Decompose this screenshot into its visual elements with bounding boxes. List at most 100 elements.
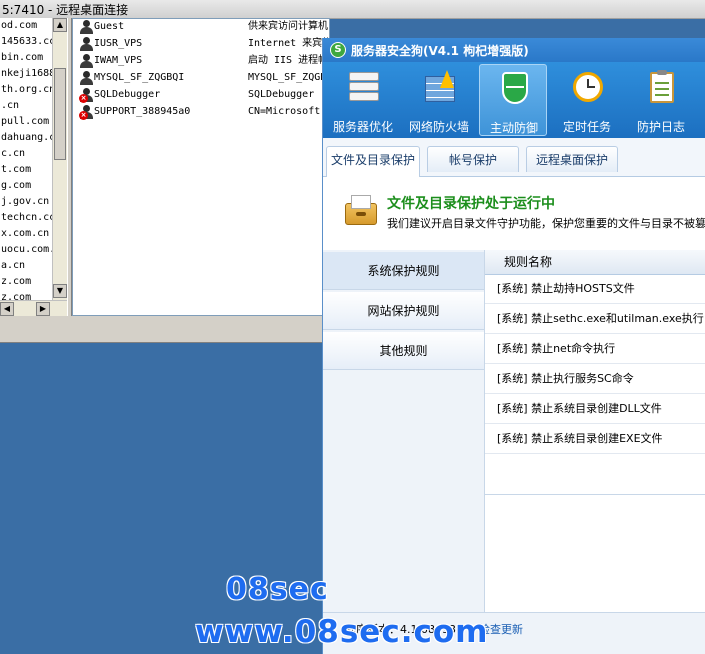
- firewall-icon: [423, 70, 457, 104]
- server-icon: [347, 70, 381, 104]
- list-item[interactable]: uocu.com.: [0, 242, 52, 258]
- list-item[interactable]: bin.com: [0, 50, 52, 66]
- server-safedog-window: S 服务器安全狗(V4.1 枸杞增强版) 服务器优化 网络防火墙 主动防御 定时…: [322, 38, 705, 654]
- list-item[interactable]: a.cn: [0, 258, 52, 274]
- list-item[interactable]: × SQLDebugger SQLDebugger: [73, 87, 329, 103]
- toolbar-label: 网络防火墙: [408, 120, 469, 134]
- nav-system-rules[interactable]: 系统保护规则: [323, 252, 484, 290]
- list-item[interactable]: Guest 供来宾访问计算机: [73, 19, 329, 35]
- tab-bar: 文件及目录保护 帐号保护 远程桌面保护: [323, 138, 705, 177]
- user-account-list[interactable]: Guest 供来宾访问计算机 IUSR_VPS Internet 来宾帐户 IWAM_V…: [72, 18, 330, 316]
- watermark-url: www.08sec.com: [195, 614, 489, 650]
- disabled-user-icon: ×: [79, 105, 93, 120]
- rule-category-nav: 系统保护规则 网站保护规则 其他规则: [323, 250, 485, 654]
- user-name: IUSR_VPS: [94, 38, 143, 49]
- list-item[interactable]: z.com: [0, 290, 52, 300]
- scroll-left-button[interactable]: ◀: [0, 302, 14, 316]
- user-name: Guest: [94, 21, 125, 32]
- table-row[interactable]: [系统] 禁止net命令执行: [485, 334, 705, 364]
- user-name: SUPPORT_388945a0: [94, 106, 191, 117]
- user-description: 启动 IIS 进程帐户: [248, 55, 330, 66]
- list-item[interactable]: od.com: [0, 18, 52, 34]
- user-icon: [79, 37, 93, 51]
- toolbar-server-optimize[interactable]: 服务器优化: [329, 64, 397, 136]
- user-icon: [79, 54, 93, 68]
- app-titlebar[interactable]: S 服务器安全狗(V4.1 枸杞增强版): [323, 38, 705, 62]
- toolbar-firewall[interactable]: 网络防火墙: [405, 64, 473, 136]
- vertical-scrollbar[interactable]: ▲ ▼: [52, 18, 68, 300]
- list-item[interactable]: techcn.cc: [0, 210, 52, 226]
- user-icon: [79, 20, 93, 34]
- nav-other-rules[interactable]: 其他规则: [323, 332, 484, 370]
- rule-name: [系统] 禁止系统目录创建DLL文件: [497, 402, 662, 415]
- list-item[interactable]: pull.com: [0, 114, 52, 130]
- toolbar-protection-log[interactable]: 防护日志: [627, 64, 695, 136]
- table-row[interactable]: [系统] 禁止系统目录创建EXE文件: [485, 424, 705, 454]
- user-description: MYSQL_SF_ZQGBQI: [248, 72, 330, 83]
- protection-status: 文件及目录保护处于运行中 我们建议开启目录文件守护功能，保护您重要的文件与目录不…: [323, 177, 705, 249]
- list-item[interactable]: nkeji1688: [0, 66, 52, 82]
- user-description: SQLDebugger: [248, 89, 315, 100]
- column-rule-name: 规则名称: [504, 255, 553, 269]
- list-item[interactable]: t.com: [0, 162, 52, 178]
- tab-account-protection[interactable]: 帐号保护: [427, 146, 519, 172]
- scroll-down-button[interactable]: ▼: [53, 284, 67, 298]
- list-item[interactable]: c.cn: [0, 146, 52, 162]
- list-item[interactable]: g.com: [0, 178, 52, 194]
- list-item[interactable]: x.com.cn: [0, 226, 52, 242]
- scroll-up-button[interactable]: ▲: [53, 18, 67, 32]
- user-icon: [79, 71, 93, 85]
- user-description: 供来宾访问计算机: [248, 21, 328, 32]
- table-row[interactable]: [系统] 禁止劫持HOSTS文件: [485, 274, 705, 304]
- user-name: IWAM_VPS: [94, 55, 143, 66]
- tab-remote-desktop-protection[interactable]: 远程桌面保护: [526, 146, 618, 172]
- rule-name: [系统] 禁止sethc.exe和utilman.exe执行: [497, 312, 704, 325]
- list-item[interactable]: 145633.cc: [0, 34, 52, 50]
- status-title: 文件及目录保护处于运行中: [387, 196, 555, 212]
- list-item[interactable]: IWAM_VPS 启动 IIS 进程帐户: [73, 53, 330, 69]
- list-item[interactable]: IUSR_VPS Internet 来宾帐户: [73, 36, 329, 52]
- list-item[interactable]: dahuang.c: [0, 130, 52, 146]
- toolbar-label: 主动防御: [489, 121, 538, 135]
- clock-icon: [571, 70, 605, 104]
- remote-desktop-title: 5:7410 - 远程桌面连接: [2, 3, 129, 17]
- disabled-user-icon: ×: [79, 88, 93, 103]
- list-item[interactable]: z.com: [0, 274, 52, 290]
- clipboard-icon: [645, 70, 679, 104]
- list-item[interactable]: th.org.cn: [0, 82, 52, 98]
- tab-file-directory-protection[interactable]: 文件及目录保护: [326, 146, 420, 177]
- user-name: MYSQL_SF_ZQGBQI: [94, 72, 185, 83]
- list-item[interactable]: .cn: [0, 98, 52, 114]
- app-title: 服务器安全狗(V4.1 枸杞增强版): [351, 44, 529, 58]
- table-row[interactable]: [系统] 禁止执行服务SC命令: [485, 364, 705, 394]
- toolbar-label: 服务器优化: [332, 120, 393, 134]
- toolbar-active-defense[interactable]: 主动防御: [479, 64, 547, 136]
- nav-website-rules[interactable]: 网站保护规则: [323, 292, 484, 330]
- rule-name: [系统] 禁止net命令执行: [497, 342, 616, 355]
- list-item[interactable]: MYSQL_SF_ZQGBQI MYSQL_SF_ZQGBQI: [73, 70, 330, 86]
- horizontal-scrollbar[interactable]: ◀ ▶: [0, 300, 67, 317]
- user-name: SQLDebugger: [94, 89, 161, 100]
- window-status-strip: [0, 316, 330, 343]
- toolbar-label: 定时任务: [562, 120, 611, 134]
- main-toolbar: 服务器优化 网络防火墙 主动防御 定时任务 防护日志: [323, 62, 705, 138]
- rule-name: [系统] 禁止系统目录创建EXE文件: [497, 432, 663, 445]
- file-cabinet-icon: [345, 195, 377, 225]
- app-logo-icon: S: [330, 42, 346, 58]
- user-description: Internet 来宾帐户: [248, 38, 329, 49]
- domain-list[interactable]: od.com 145633.cc bin.com nkeji1688 th.org.cn…: [0, 18, 52, 300]
- toolbar-label: 防护日志: [636, 120, 685, 134]
- list-item[interactable]: ×SUPPORT_388945a0 CN=Microsoft Corporatio…: [73, 104, 329, 120]
- toolbar-scheduled-tasks[interactable]: 定时任务: [553, 64, 621, 136]
- table-row[interactable]: [系统] 禁止sethc.exe和utilman.exe执行: [485, 304, 705, 334]
- remote-desktop-titlebar[interactable]: 5:7410 - 远程桌面连接: [0, 0, 705, 19]
- scroll-thumb[interactable]: [54, 68, 66, 160]
- status-description: 我们建议开启目录文件守护功能，保护您重要的文件与目录不被篡改: [387, 217, 705, 230]
- list-item[interactable]: j.gov.cn: [0, 194, 52, 210]
- user-description: CN=Microsoft Corporation: [248, 106, 329, 117]
- scroll-right-button[interactable]: ▶: [36, 302, 50, 316]
- rule-name: [系统] 禁止执行服务SC命令: [497, 372, 634, 385]
- shield-icon: [498, 71, 532, 105]
- rules-column-header[interactable]: 规则名称: [485, 250, 705, 275]
- table-row[interactable]: [系统] 禁止系统目录创建DLL文件: [485, 394, 705, 424]
